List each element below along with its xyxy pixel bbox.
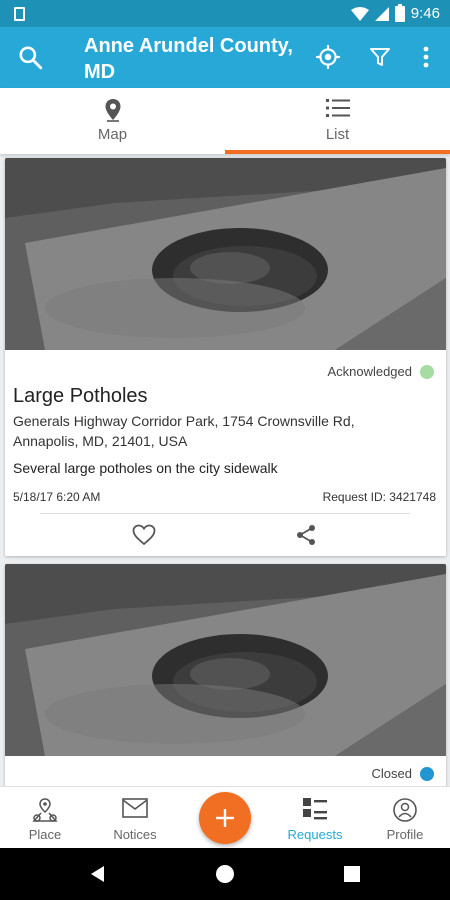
home-button[interactable] — [211, 860, 239, 888]
recents-button[interactable] — [338, 860, 366, 888]
status-dot — [420, 766, 434, 781]
system-navigation-bar — [0, 848, 450, 900]
view-tabs: Map List — [0, 88, 450, 154]
request-address: Generals Highway Corridor Park, 1754 Cro… — [13, 413, 355, 449]
home-icon — [216, 865, 234, 883]
nav-notices[interactable]: Notices — [90, 787, 180, 849]
back-button[interactable] — [84, 860, 112, 888]
map-pin-icon — [105, 99, 120, 122]
bottom-navigation: Place Notices Requests Profile — [0, 786, 450, 848]
request-photo[interactable] — [5, 158, 446, 350]
request-title: Large Potholes — [13, 385, 148, 407]
tab-list[interactable]: List — [225, 88, 450, 154]
tab-list-label: List — [325, 126, 350, 143]
status-text: Acknowledged — [327, 364, 412, 379]
tab-map[interactable]: Map — [0, 88, 225, 154]
tab-map-label: Map — [97, 126, 128, 143]
favorite-button[interactable] — [129, 520, 159, 550]
card-divider — [40, 513, 410, 514]
mail-icon — [122, 798, 148, 818]
status-bar: 9:46 — [0, 0, 450, 27]
selected-tab-indicator — [225, 150, 450, 154]
wifi-icon — [350, 6, 369, 21]
plus-icon — [216, 809, 234, 827]
my-location-button[interactable] — [308, 37, 348, 77]
search-button[interactable] — [10, 37, 50, 77]
nav-profile-label: Profile — [386, 827, 424, 842]
request-id: Request ID: 3421748 — [322, 490, 436, 504]
request-card[interactable]: Acknowledged Large Potholes Generals Hig… — [5, 158, 446, 556]
recents-icon — [344, 866, 360, 882]
app-bar: Anne Arundel County, MD — [0, 27, 450, 88]
request-description: Several large potholes on the city sidew… — [13, 460, 278, 476]
nav-requests[interactable]: Requests — [270, 787, 360, 849]
share-icon — [297, 525, 315, 545]
request-photo[interactable] — [5, 564, 446, 756]
profile-icon — [393, 798, 417, 822]
request-date: 5/18/17 6:20 AM — [13, 490, 101, 504]
more-options-button[interactable] — [406, 37, 446, 77]
status-dot — [420, 364, 434, 379]
list-icon — [325, 99, 350, 117]
page-title: Anne Arundel County, MD — [84, 35, 293, 83]
search-icon — [19, 46, 43, 70]
sim-card-icon — [14, 6, 25, 21]
request-status: Closed — [372, 766, 434, 781]
heart-icon — [132, 524, 156, 546]
share-button[interactable] — [291, 520, 321, 550]
status-text: Closed — [371, 766, 412, 781]
requests-icon — [303, 798, 327, 820]
place-icon — [32, 798, 58, 822]
request-card[interactable]: Closed — [5, 564, 446, 786]
nav-notices-label: Notices — [113, 827, 157, 842]
filter-icon — [370, 48, 390, 66]
new-request-button[interactable] — [199, 792, 251, 844]
nav-profile[interactable]: Profile — [360, 787, 450, 849]
signal-icon — [374, 6, 389, 21]
back-icon — [91, 866, 104, 882]
filter-button[interactable] — [360, 37, 400, 77]
nav-requests-label: Requests — [287, 827, 343, 842]
nav-place-label: Place — [28, 827, 62, 842]
my-location-icon — [316, 45, 340, 69]
request-status: Acknowledged — [327, 364, 434, 379]
nav-place[interactable]: Place — [0, 787, 90, 849]
status-indicators: 9:46 — [350, 3, 440, 22]
status-time: 9:46 — [410, 5, 440, 22]
more-vert-icon — [423, 46, 429, 68]
request-list[interactable]: Acknowledged Large Potholes Generals Hig… — [0, 154, 450, 786]
battery-icon — [394, 3, 405, 22]
